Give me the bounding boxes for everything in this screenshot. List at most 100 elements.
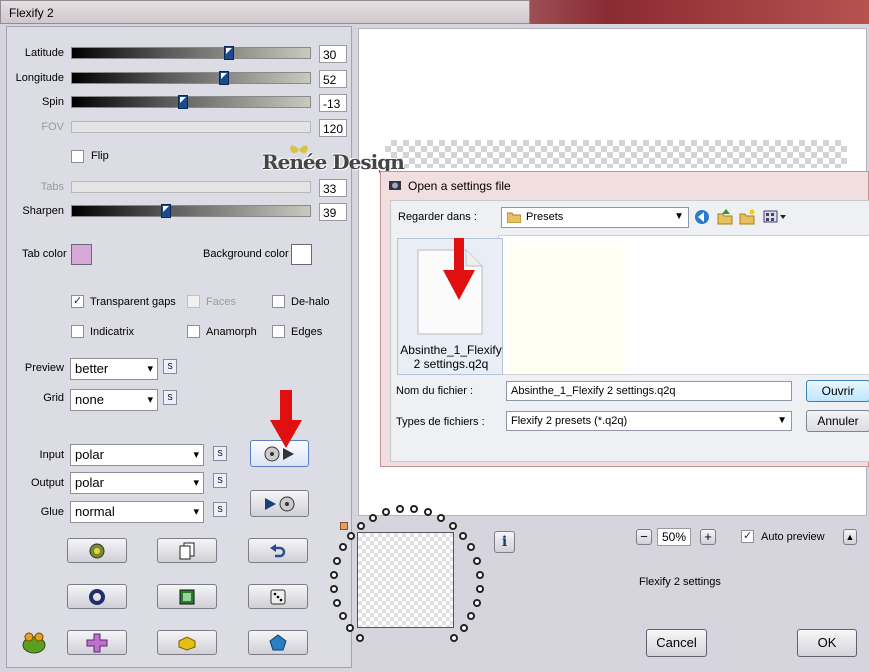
- ok-button[interactable]: OK: [797, 629, 857, 657]
- grid-s-button[interactable]: S: [163, 390, 177, 405]
- file-type-select[interactable]: Flexify 2 presets (*.q2q) ▼: [506, 411, 792, 431]
- transparent-gaps-label: Transparent gaps: [90, 296, 176, 308]
- dial-dot[interactable]: [356, 521, 365, 530]
- view-menu-icon[interactable]: [763, 209, 789, 225]
- faces-checkbox: [187, 295, 200, 308]
- auto-preview-checkbox[interactable]: [741, 529, 754, 543]
- sharpen-value[interactable]: 39: [319, 203, 347, 221]
- dialog-title: Open a settings file: [408, 179, 511, 193]
- ring-button[interactable]: [67, 584, 127, 609]
- glue-select[interactable]: normal: [70, 501, 204, 523]
- flip-checkbox[interactable]: [71, 150, 84, 163]
- dice-icon: [270, 589, 286, 604]
- de-halo-label: De-halo: [291, 296, 330, 308]
- input-s-button[interactable]: S: [213, 446, 227, 461]
- open-settings-dialog: Open a settings file Regarder dans : Pre…: [380, 171, 869, 467]
- anamorph-checkbox[interactable]: [187, 325, 200, 338]
- fov-value: 120: [319, 119, 347, 137]
- latitude-thumb[interactable]: [224, 46, 234, 60]
- spin-slider[interactable]: [71, 95, 311, 109]
- dial-dot[interactable]: [346, 531, 355, 540]
- dial-dot[interactable]: [333, 598, 342, 607]
- edges-checkbox[interactable]: [272, 325, 285, 338]
- indicatrix-checkbox[interactable]: [71, 325, 84, 338]
- open-button[interactable]: Ouvrir: [806, 380, 869, 402]
- longitude-value[interactable]: 52: [319, 70, 347, 88]
- background-color-label: Background color: [203, 248, 289, 260]
- sharpen-thumb[interactable]: [161, 204, 171, 218]
- dial-dot[interactable]: [475, 570, 484, 579]
- fov-slider: [71, 121, 311, 133]
- grid-select[interactable]: none: [70, 389, 158, 411]
- preview-s-button[interactable]: S: [163, 359, 177, 374]
- zoom-value[interactable]: 50%: [657, 528, 691, 546]
- glue-label: Glue: [40, 506, 64, 518]
- pentagon-button[interactable]: [248, 630, 308, 655]
- longitude-thumb[interactable]: [219, 71, 229, 85]
- save-preset-button[interactable]: [250, 490, 309, 517]
- cancel-button[interactable]: Cancel: [646, 629, 707, 657]
- look-in-select[interactable]: Presets ▼: [501, 207, 689, 228]
- cross-icon: [86, 633, 108, 652]
- copy-button[interactable]: [157, 538, 217, 563]
- background-color-swatch[interactable]: [291, 244, 312, 265]
- dial-dot[interactable]: [381, 508, 390, 517]
- new-folder-icon[interactable]: [739, 209, 755, 225]
- brick-button[interactable]: [157, 630, 217, 655]
- spin-value[interactable]: -13: [319, 94, 347, 112]
- brick-icon: [178, 635, 196, 651]
- gear-globe-icon: [89, 543, 105, 558]
- dial-dot[interactable]: [437, 513, 446, 522]
- dice-button[interactable]: [248, 584, 308, 609]
- preview-label: Preview: [24, 362, 64, 374]
- dial-dot[interactable]: [475, 584, 484, 593]
- output-select[interactable]: polar: [70, 472, 204, 494]
- info-button[interactable]: i: [494, 531, 515, 553]
- red-arrow-icon: [443, 238, 475, 300]
- navigator-thumbnail[interactable]: [357, 532, 454, 628]
- dial-dot[interactable]: [449, 521, 458, 530]
- folder-icon: [507, 212, 521, 223]
- output-s-button[interactable]: S: [213, 473, 227, 488]
- zoom-out-button[interactable]: −: [636, 529, 652, 545]
- ring-icon: [89, 588, 105, 605]
- file-name-input[interactable]: Absinthe_1_Flexify 2 settings.q2q: [506, 381, 792, 401]
- up-folder-icon[interactable]: [717, 209, 733, 225]
- dial-dot[interactable]: [333, 556, 342, 565]
- glue-s-button[interactable]: S: [213, 502, 227, 517]
- undo-button[interactable]: [248, 538, 308, 563]
- dial-dot[interactable]: [449, 634, 458, 643]
- dial-dot[interactable]: [472, 556, 481, 565]
- dial-dot[interactable]: [459, 624, 468, 633]
- fov-label: FOV: [41, 121, 64, 133]
- dial-handle[interactable]: [340, 522, 348, 530]
- preview-select[interactable]: better: [70, 358, 158, 380]
- dial-dot[interactable]: [459, 531, 468, 540]
- play-disc-icon: [264, 496, 294, 511]
- dial-dot[interactable]: [338, 612, 347, 621]
- cross-button[interactable]: [67, 630, 127, 655]
- annuler-button[interactable]: Annuler: [806, 410, 869, 432]
- sharpen-slider[interactable]: [71, 204, 311, 218]
- longitude-slider[interactable]: [71, 71, 311, 85]
- spin-thumb[interactable]: [178, 95, 188, 109]
- dial-dot[interactable]: [472, 598, 481, 607]
- input-select[interactable]: polar: [70, 444, 204, 466]
- transparent-gaps-checkbox[interactable]: [71, 294, 84, 308]
- tab-color-swatch[interactable]: [71, 244, 92, 265]
- randomize-button[interactable]: [67, 538, 127, 563]
- file-type-label: Types de fichiers :: [396, 416, 485, 428]
- flip-label: Flip: [91, 150, 109, 162]
- square-button[interactable]: [157, 584, 217, 609]
- collapse-button[interactable]: ▲: [843, 529, 857, 545]
- de-halo-checkbox[interactable]: [272, 295, 285, 308]
- latitude-value[interactable]: 30: [319, 45, 347, 63]
- back-icon[interactable]: [694, 209, 710, 225]
- undo-icon: [270, 543, 286, 557]
- dial-dot[interactable]: [368, 513, 377, 522]
- tab-color-label: Tab color: [22, 248, 67, 260]
- zoom-in-button[interactable]: +: [700, 529, 716, 545]
- tabs-label: Tabs: [40, 181, 64, 193]
- latitude-slider[interactable]: [71, 46, 311, 60]
- file-type-value: Flexify 2 presets (*.q2q): [511, 415, 628, 427]
